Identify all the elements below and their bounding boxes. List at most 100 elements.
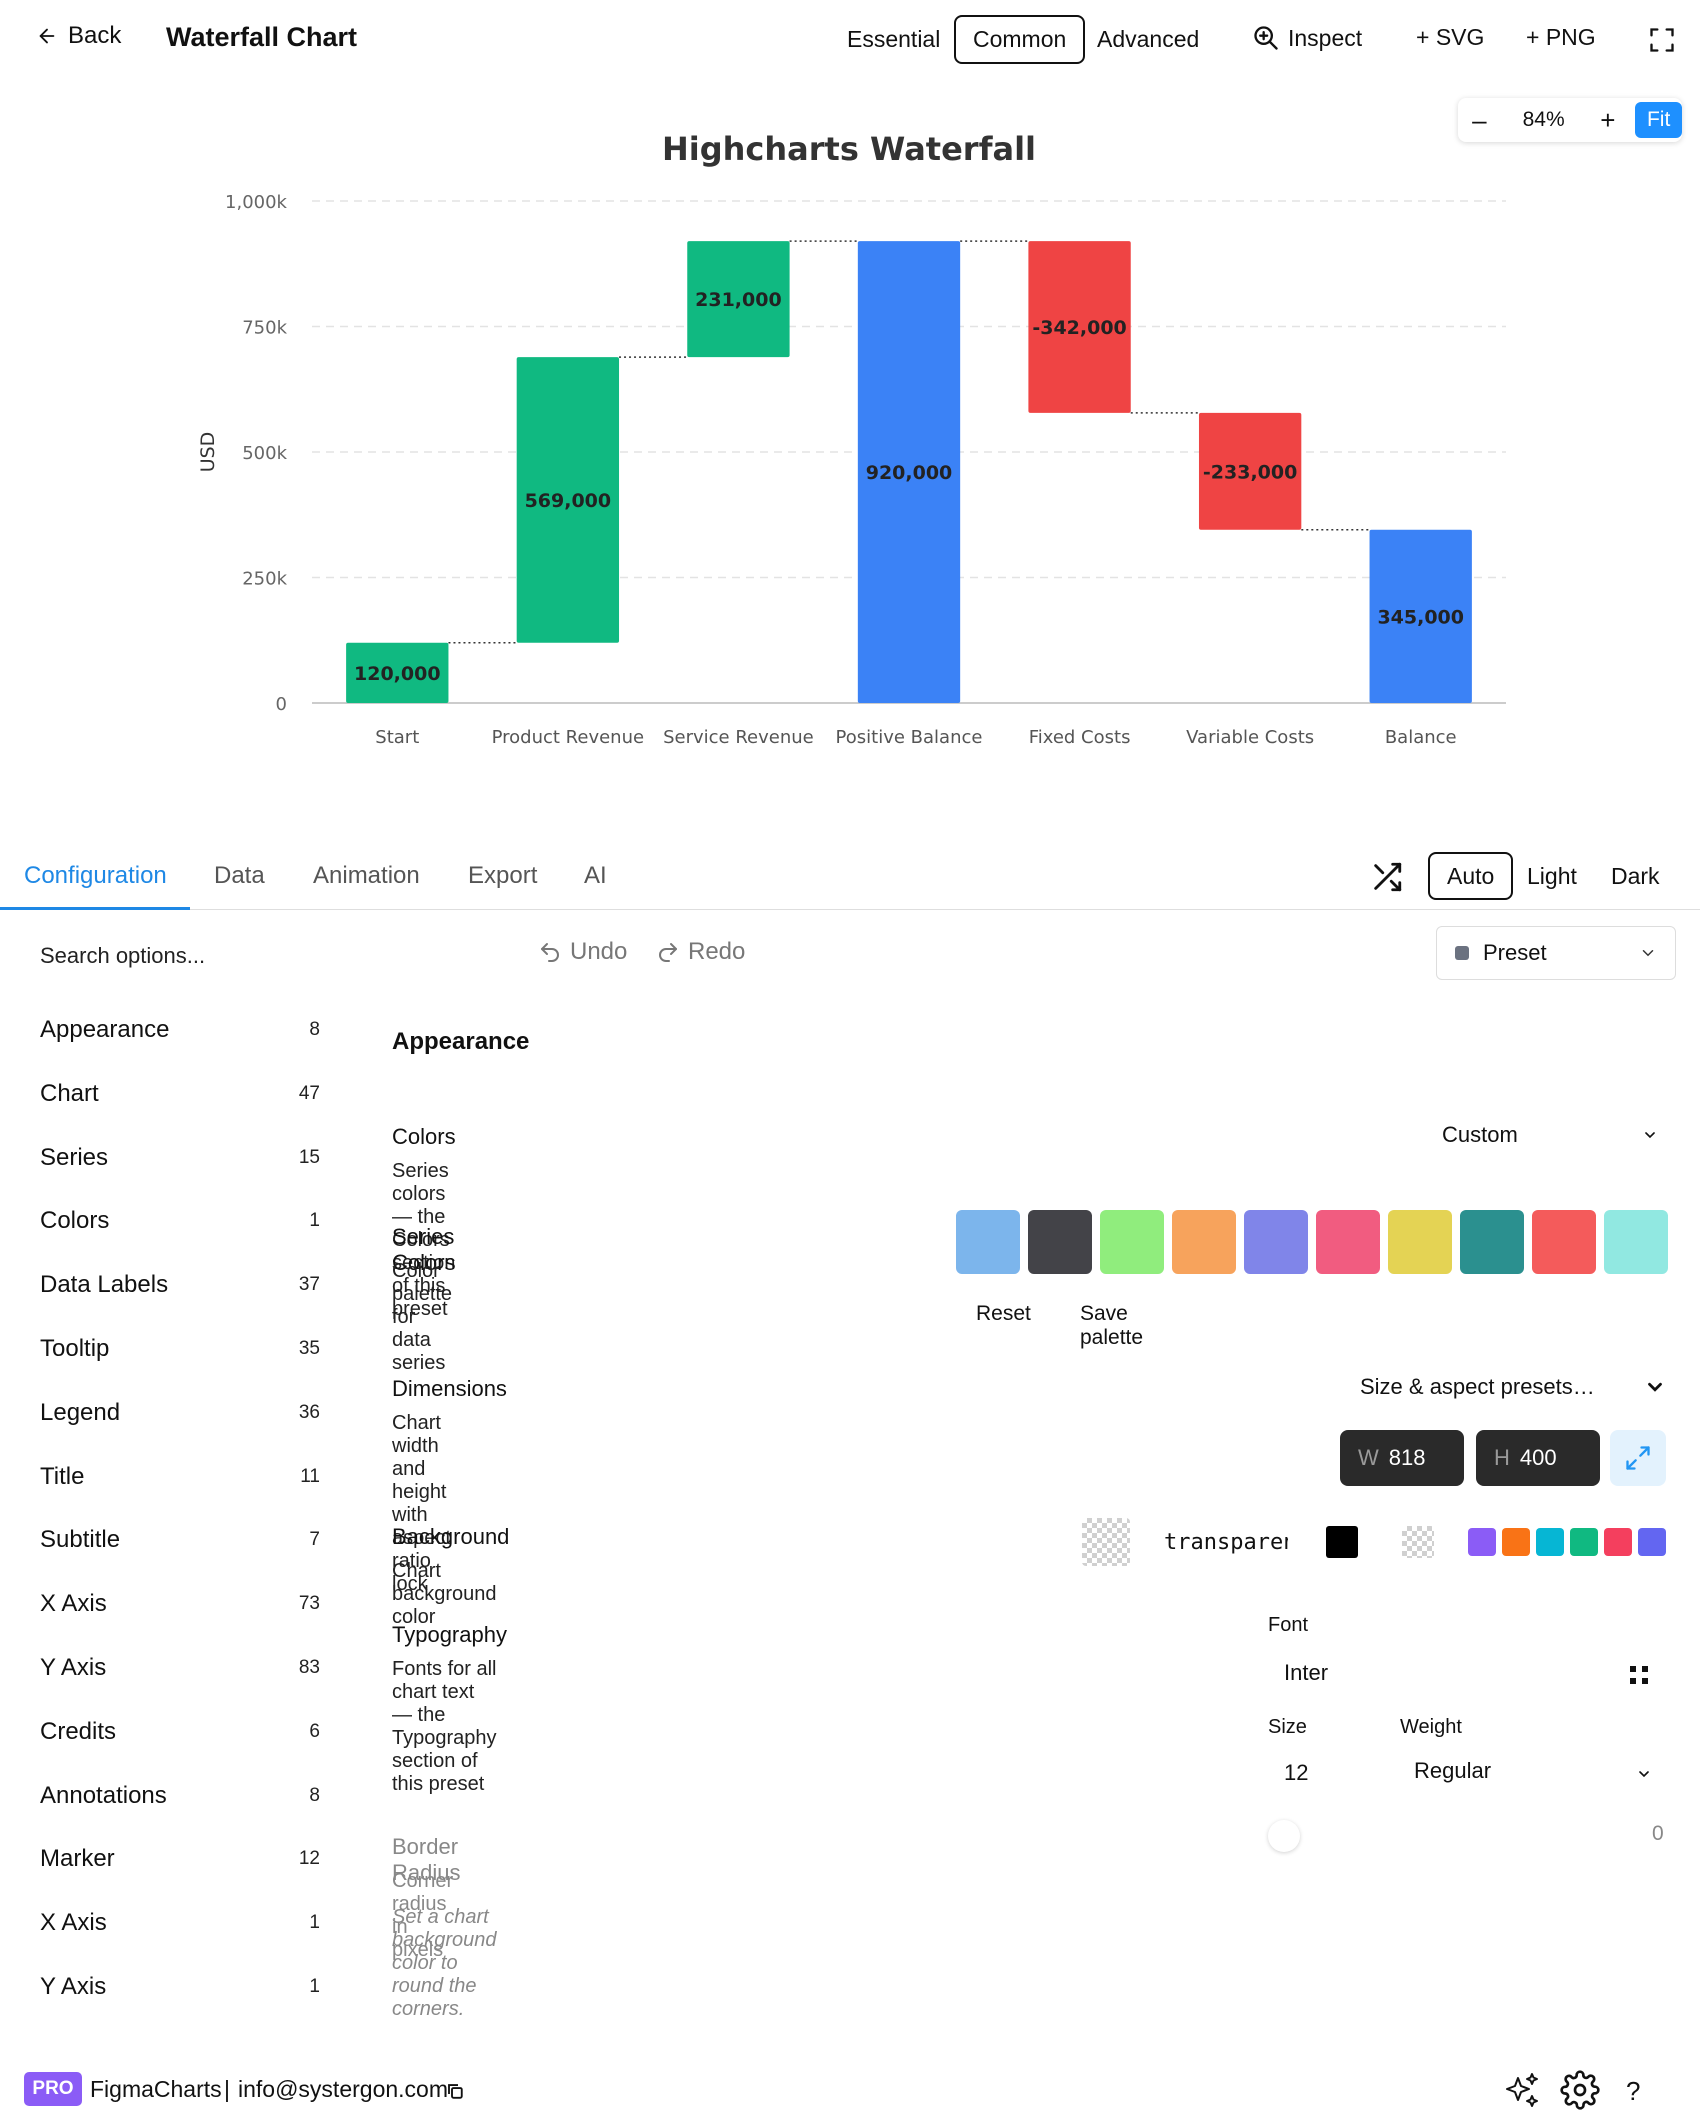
background-color-preview[interactable]	[1082, 1518, 1130, 1566]
search-input[interactable]	[40, 938, 490, 974]
series-color-swatch[interactable]	[1316, 1210, 1380, 1274]
sidebar-item-y-axis[interactable]: Y Axis 1	[40, 1967, 320, 2007]
sidebar-item-count: 7	[309, 1529, 320, 1551]
reset-palette-button[interactable]: Reset	[976, 1302, 1031, 1326]
y-tick-label: 250k	[242, 569, 287, 590]
background-transparent-swatch[interactable]	[1402, 1526, 1434, 1558]
back-button[interactable]: Back	[36, 22, 121, 50]
series-color-swatch[interactable]	[956, 1210, 1020, 1274]
height-field[interactable]: H 400	[1476, 1430, 1600, 1486]
preset-swatch	[1455, 946, 1469, 960]
width-field[interactable]: W 818	[1340, 1430, 1464, 1486]
colors-select[interactable]: Custom	[1442, 1118, 1658, 1152]
typography-title: Typography	[392, 1622, 507, 1647]
theme-dark[interactable]: Dark	[1594, 852, 1677, 900]
series-color-swatch[interactable]	[1028, 1210, 1092, 1274]
y-tick-label: 1,000k	[225, 192, 288, 213]
active-tab-indicator	[0, 907, 190, 910]
redo-button[interactable]: Redo	[656, 938, 745, 966]
background-black-swatch[interactable]	[1326, 1526, 1358, 1558]
series-color-swatch[interactable]	[1388, 1210, 1452, 1274]
save-palette-button[interactable]: Save palette	[1080, 1302, 1143, 1350]
tab-data[interactable]: Data	[214, 862, 265, 890]
bar-data-label: -342,000	[1032, 317, 1126, 339]
sidebar-item-label: Y Axis	[40, 1654, 107, 1681]
sidebar-item-label: Credits	[40, 1717, 117, 1745]
sidebar-item-series[interactable]: Series 15	[40, 1138, 320, 1178]
sidebar-item-label: Y Axis	[40, 1973, 107, 2000]
series-color-swatch[interactable]	[1532, 1210, 1596, 1274]
size-input[interactable]: 12	[1284, 1760, 1308, 1786]
sidebar-item-count: 15	[298, 1146, 320, 1168]
sidebar-item-chart[interactable]: Chart 47	[40, 1074, 320, 1114]
sidebar-item-legend[interactable]: Legend 36	[40, 1393, 320, 1433]
contact-email[interactable]: info@systergon.com	[238, 2076, 448, 2103]
series-color-swatch[interactable]	[1244, 1210, 1308, 1274]
width-value: 818	[1388, 1445, 1426, 1470]
sidebar-item-title[interactable]: Title 11	[40, 1457, 320, 1497]
size-presets-select[interactable]: Size & aspect presets…	[1360, 1374, 1666, 1400]
tab-animation[interactable]: Animation	[313, 862, 420, 890]
export-svg-button[interactable]: + SVG	[1416, 24, 1484, 51]
undo-button[interactable]: Undo	[538, 938, 627, 966]
tier-common[interactable]: Common	[954, 15, 1086, 64]
x-tick-label: Variable Costs	[1186, 727, 1314, 748]
background-desc: Chart background color	[392, 1560, 497, 1628]
tier-essential[interactable]: Essential	[830, 15, 957, 64]
shuffle-icon[interactable]	[1370, 860, 1404, 894]
series-color-swatch[interactable]	[1460, 1210, 1524, 1274]
preset-select[interactable]: Preset	[1436, 926, 1676, 980]
chart-preview[interactable]: Highcharts Waterfall USD 0 250k 500k 750k 1,00…	[0, 120, 1700, 760]
background-quick-color-swatch[interactable]	[1604, 1528, 1632, 1556]
sidebar-item-x-axis[interactable]: X Axis 73	[40, 1584, 320, 1624]
fullscreen-button[interactable]	[1648, 26, 1676, 54]
sparkles-icon[interactable]	[1502, 2070, 1542, 2110]
sidebar-item-x-axis[interactable]: X Axis 1	[40, 1903, 320, 1943]
weight-select[interactable]: Regular	[1414, 1758, 1491, 1784]
aspect-lock-button[interactable]	[1610, 1430, 1666, 1486]
sidebar-item-colors[interactable]: Colors 1	[40, 1201, 320, 1241]
back-label: Back	[68, 22, 122, 49]
background-color-input[interactable]	[1164, 1526, 1288, 1558]
sidebar-item-marker[interactable]: Marker 12	[40, 1839, 320, 1879]
tier-advanced[interactable]: Advanced	[1080, 15, 1216, 64]
background-quick-color-swatch[interactable]	[1536, 1528, 1564, 1556]
sidebar-item-subtitle[interactable]: Subtitle 7	[40, 1520, 320, 1560]
inspect-button[interactable]: Inspect	[1252, 24, 1362, 52]
sidebar-item-label: Chart	[40, 1079, 99, 1107]
theme-auto[interactable]: Auto	[1428, 852, 1514, 900]
border-radius-slider[interactable]	[1268, 1820, 1300, 1852]
series-color-swatch[interactable]	[1100, 1210, 1164, 1274]
background-quick-color-swatch[interactable]	[1502, 1528, 1530, 1556]
section-title: Appearance	[392, 1028, 530, 1055]
sidebar-item-credits[interactable]: Credits 6	[40, 1712, 320, 1752]
sidebar-item-appearance[interactable]: Appearance 8	[40, 1010, 320, 1050]
theme-light[interactable]: Light	[1510, 852, 1594, 900]
copy-icon[interactable]	[446, 2082, 464, 2100]
background-quick-color-swatch[interactable]	[1570, 1528, 1598, 1556]
font-select[interactable]: Inter	[1284, 1660, 1328, 1686]
bar-data-label: 120,000	[354, 663, 441, 685]
sidebar-item-label: Annotations	[40, 1781, 167, 1809]
help-button[interactable]: ?	[1626, 2076, 1640, 2107]
expand-icon	[1626, 1446, 1650, 1470]
pro-badge: PRO	[24, 2072, 82, 2106]
x-tick-label: Service Revenue	[663, 727, 814, 748]
sidebar-item-data-labels[interactable]: Data Labels 37	[40, 1265, 320, 1305]
sidebar-item-y-axis[interactable]: Y Axis 83	[40, 1648, 320, 1688]
tab-configuration[interactable]: Configuration	[24, 862, 167, 890]
export-png-button[interactable]: + PNG	[1526, 24, 1596, 51]
sidebar-item-tooltip[interactable]: Tooltip 35	[40, 1329, 320, 1369]
sidebar-item-label: Series	[40, 1143, 109, 1171]
background-quick-color-swatch[interactable]	[1638, 1528, 1666, 1556]
series-color-swatch[interactable]	[1172, 1210, 1236, 1274]
size-presets-label: Size & aspect presets…	[1360, 1374, 1595, 1399]
sidebar-item-annotations[interactable]: Annotations 8	[40, 1776, 320, 1816]
series-color-swatch[interactable]	[1604, 1210, 1668, 1274]
settings-gear-icon[interactable]	[1560, 2070, 1600, 2110]
background-quick-color-swatch[interactable]	[1468, 1528, 1496, 1556]
tab-export[interactable]: Export	[468, 862, 537, 890]
sidebar-item-label: Tooltip	[40, 1335, 110, 1362]
tab-ai[interactable]: AI	[584, 862, 607, 890]
font-grid-icon[interactable]	[1628, 1664, 1650, 1686]
